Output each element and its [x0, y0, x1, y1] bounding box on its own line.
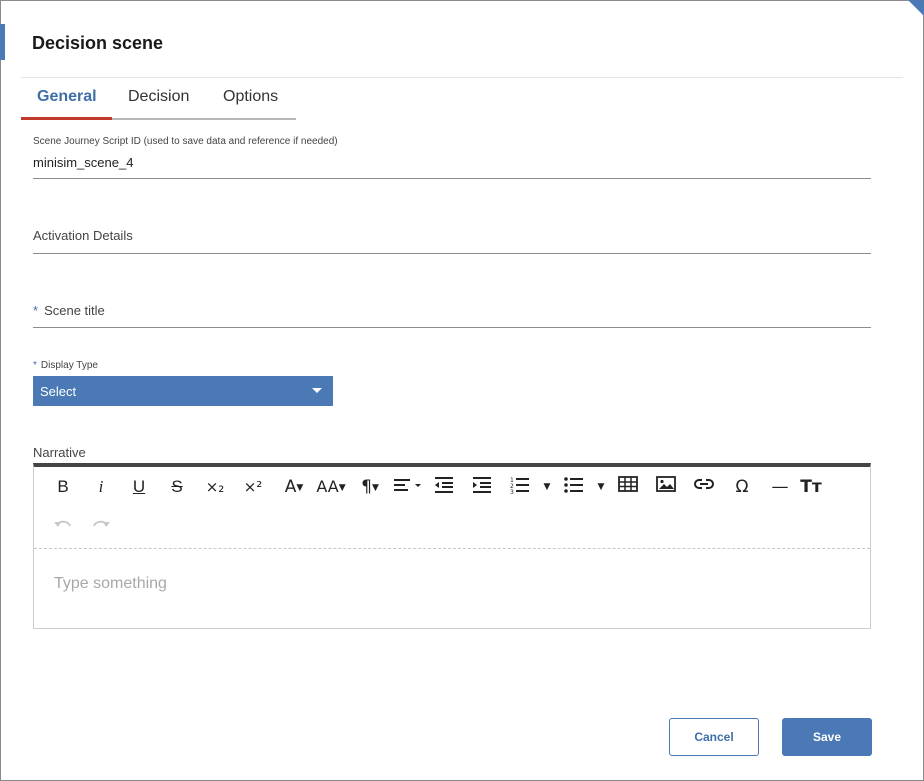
bold-button[interactable]: B: [52, 475, 74, 499]
clear-formatting-button[interactable]: Tт: [798, 475, 824, 499]
strikethrough-icon: S: [171, 477, 183, 496]
font-color-button[interactable]: A▼: [278, 475, 310, 499]
tab-options[interactable]: Options: [223, 88, 278, 106]
script-id-input[interactable]: minisim_scene_4: [33, 155, 133, 170]
undo-icon: [54, 520, 71, 527]
redo-icon: [93, 520, 110, 527]
strikethrough-button[interactable]: S: [166, 475, 188, 499]
outdent-icon: [435, 477, 453, 493]
indent-icon: [473, 477, 491, 493]
activation-details-underline: [33, 253, 871, 254]
underline-icon: U: [132, 477, 146, 496]
insert-table-button[interactable]: [616, 475, 640, 499]
required-marker: *: [33, 360, 37, 371]
image-icon: [656, 476, 676, 492]
subscript-button[interactable]: ×₂: [202, 475, 228, 499]
subscript-icon: ×₂: [205, 478, 225, 496]
italic-button[interactable]: i: [90, 475, 112, 499]
insert-link-button[interactable]: [692, 475, 716, 499]
unordered-list-options-button[interactable]: ▼: [593, 475, 609, 499]
activation-details-input[interactable]: Activation Details: [33, 228, 133, 243]
ordered-list-options-button[interactable]: ▼: [539, 475, 555, 499]
caret-down-icon: ▼: [296, 483, 304, 493]
font-color-icon: A: [284, 477, 297, 497]
caret-down-icon: ▼: [597, 482, 605, 492]
display-type-select[interactable]: Select: [33, 376, 333, 406]
tab-decision[interactable]: Decision: [128, 88, 189, 106]
caret-down-icon: ▼: [543, 482, 551, 492]
outdent-button[interactable]: [432, 475, 456, 499]
indent-button[interactable]: [470, 475, 494, 499]
narrative-placeholder: Type something: [54, 575, 167, 592]
insert-image-button[interactable]: [654, 475, 678, 499]
underline-button[interactable]: U: [128, 475, 150, 499]
chevron-down-icon: [312, 388, 322, 393]
tab-general[interactable]: General: [37, 88, 97, 106]
cancel-button[interactable]: Cancel: [669, 718, 759, 756]
horizontal-line-button[interactable]: —: [768, 475, 792, 499]
table-icon: [618, 476, 638, 492]
italic-icon: i: [98, 477, 104, 496]
narrative-editor: B i U S ×₂ ×² A▼ AA▼ ¶▼ 1 2 3 ▼ ▼ Ω — Tт…: [33, 463, 871, 629]
editor-toolbar: B i U S ×₂ ×² A▼ AA▼ ¶▼ 1 2 3 ▼ ▼ Ω — Tт: [34, 467, 870, 507]
horizontal-line-icon: —: [771, 477, 789, 497]
save-button[interactable]: Save: [782, 718, 872, 756]
svg-text:3: 3: [510, 489, 514, 495]
align-button[interactable]: [390, 475, 424, 499]
header-divider: [21, 77, 903, 78]
redo-button[interactable]: [90, 515, 112, 539]
left-accent-bar: [0, 24, 5, 60]
script-id-label: Scene Journey Script ID (used to save da…: [33, 136, 338, 147]
tab-bar: General Decision Options: [21, 80, 296, 120]
paragraph-format-button[interactable]: ¶▼: [354, 475, 386, 499]
script-id-underline: [33, 178, 871, 179]
corner-marker: [908, 0, 924, 16]
editor-toolbar-row-2: [34, 507, 870, 547]
superscript-icon: ×²: [243, 478, 263, 496]
text-format-icon: Tт: [800, 477, 822, 497]
unordered-list-icon: [564, 477, 583, 493]
narrative-label: Narrative: [33, 445, 86, 460]
display-type-label-row: * Display Type: [33, 360, 98, 371]
special-character-button[interactable]: Ω: [730, 475, 754, 499]
paragraph-icon: ¶: [361, 477, 372, 497]
ordered-list-button[interactable]: 1 2 3: [508, 475, 532, 499]
link-icon: [694, 479, 714, 489]
ordered-list-icon: 1 2 3: [510, 477, 529, 495]
narrative-text-area[interactable]: Type something: [34, 548, 870, 628]
undo-button[interactable]: [52, 515, 74, 539]
unordered-list-button[interactable]: [562, 475, 586, 499]
font-size-button[interactable]: AA▼: [314, 475, 348, 499]
display-type-value: Select: [40, 384, 77, 399]
display-type-label: Display Type: [40, 360, 98, 371]
omega-icon: Ω: [735, 477, 749, 497]
font-size-icon: AA: [316, 477, 339, 496]
align-left-icon: [394, 479, 421, 491]
bold-icon: B: [57, 477, 69, 496]
superscript-button[interactable]: ×²: [240, 475, 266, 499]
active-tab-indicator: [21, 117, 112, 120]
required-marker: *: [33, 303, 39, 318]
scene-title-input[interactable]: * Scene title: [33, 303, 105, 318]
scene-title-label: Scene title: [44, 303, 105, 318]
caret-down-icon: ▼: [338, 483, 346, 493]
caret-down-icon: ▼: [371, 483, 379, 493]
scene-title-underline: [33, 327, 871, 328]
dialog-title: Decision scene: [32, 33, 164, 53]
